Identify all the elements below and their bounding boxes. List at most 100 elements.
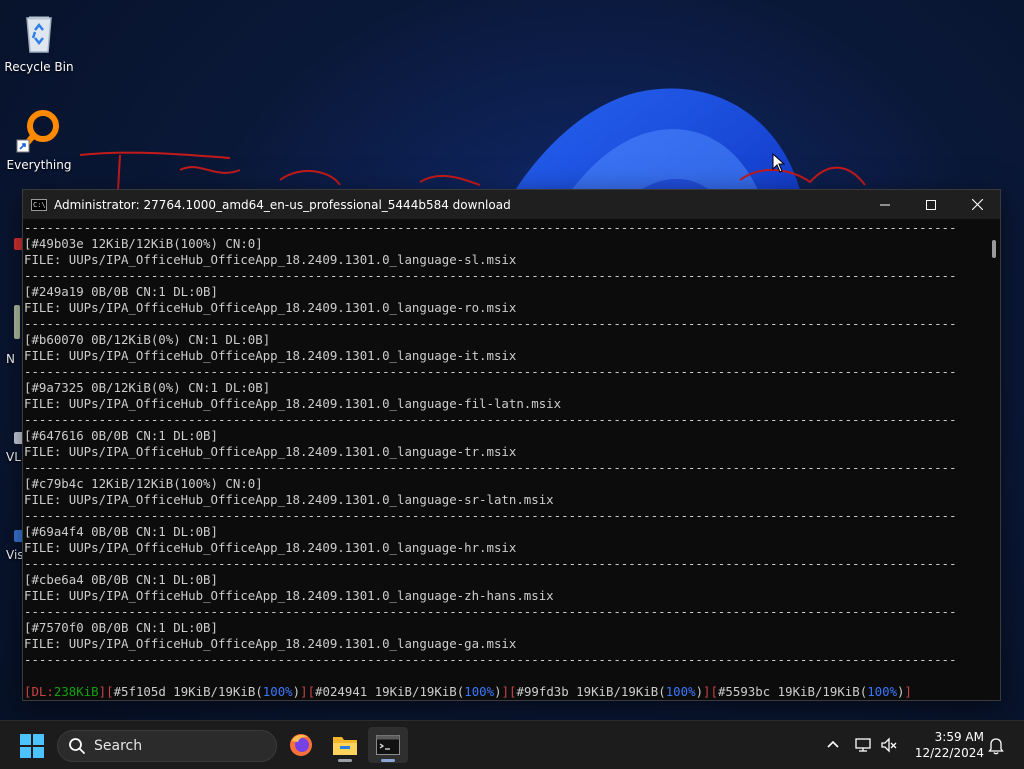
taskbar-app-terminal[interactable]	[368, 727, 408, 763]
partial-desktop-label: Vis	[6, 548, 24, 562]
summary-bracket: ]	[300, 684, 308, 699]
download-summary-line: [DL:238KiB][#5f105d 19KiB/19KiB(100%)][#…	[24, 684, 986, 700]
console-separator: ----------------------------------------…	[24, 268, 957, 283]
close-button[interactable]	[954, 190, 1000, 219]
system-tray	[826, 721, 898, 769]
start-button[interactable]	[20, 734, 44, 758]
download-status-line: [#9a7325 0B/12KiB(0%) CN:1 DL:0B]	[24, 380, 271, 395]
download-status-line: [#cbe6a4 0B/0B CN:1 DL:0B]	[24, 572, 218, 587]
summary-paren: )	[292, 684, 301, 699]
console-separator: ----------------------------------------…	[24, 460, 957, 475]
summary-dl-prefix: DL:	[31, 684, 54, 699]
console-separator: ----------------------------------------…	[24, 316, 957, 331]
summary-bracket: [	[710, 684, 718, 699]
summary-paren: )	[494, 684, 502, 699]
maximize-button[interactable]	[908, 190, 954, 219]
download-file-line: FILE: UUPs/IPA_OfficeHub_OfficeApp_18.24…	[24, 636, 517, 651]
chevron-up-icon[interactable]	[826, 738, 840, 752]
summary-paren: )	[695, 684, 704, 699]
everything-search-icon	[15, 106, 63, 154]
summary-item-id: #99fd3b 19KiB/19KiB	[516, 684, 659, 699]
console-separator: ----------------------------------------…	[24, 412, 957, 427]
download-status-line: [#647616 0B/0B CN:1 DL:0B]	[24, 428, 218, 443]
scrollbar-thumb[interactable]	[992, 240, 996, 258]
download-status-line: [#69a4f4 0B/0B CN:1 DL:0B]	[24, 524, 218, 539]
console-window[interactable]: C:\ Administrator: 27764.1000_amd64_en-u…	[22, 189, 1001, 701]
summary-item-percent: 100%	[665, 684, 696, 699]
download-file-line: FILE: UUPs/IPA_OfficeHub_OfficeApp_18.24…	[24, 492, 554, 507]
clock-time: 3:59 AM	[934, 730, 984, 744]
download-status-line: [#c79b4c 12KiB/12KiB(100%) CN:0]	[24, 476, 263, 491]
summary-bracket: [	[307, 684, 316, 699]
firefox-icon	[290, 734, 312, 756]
desktop-icon-everything[interactable]: Everything	[1, 106, 77, 172]
taskbar-search[interactable]: Search	[57, 730, 277, 762]
cmd-app-icon: C:\	[31, 198, 47, 211]
window-title: Administrator: 27764.1000_amd64_en-us_pr…	[54, 197, 511, 212]
summary-item-id: #5593bc 19KiB/19KiB	[717, 684, 860, 699]
partial-desktop-label: VL	[6, 450, 21, 464]
console-separator: ----------------------------------------…	[24, 220, 957, 235]
download-status-line: [#249a19 0B/0B CN:1 DL:0B]	[24, 284, 218, 299]
summary-paren: )	[897, 684, 905, 699]
app-running-indicator	[338, 759, 352, 762]
download-file-line: FILE: UUPs/IPA_OfficeHub_OfficeApp_18.24…	[24, 348, 517, 363]
partial-desktop-label: N	[6, 352, 15, 366]
terminal-icon	[376, 735, 400, 755]
summary-paren: (	[658, 684, 666, 699]
app-running-indicator	[381, 759, 395, 762]
taskbar-clock[interactable]: 3:59 AM 12/22/2024	[912, 729, 984, 761]
search-label: Search	[94, 738, 143, 754]
download-file-line: FILE: UUPs/IPA_OfficeHub_OfficeApp_18.24…	[24, 252, 517, 267]
desktop-icon-label: Recycle Bin	[4, 60, 74, 74]
close-icon	[971, 199, 983, 210]
desktop-icon-label: Everything	[6, 158, 72, 172]
taskbar: Search 3:59 AM 12/22/2024	[0, 720, 1024, 769]
window-titlebar[interactable]: C:\ Administrator: 27764.1000_amd64_en-u…	[23, 190, 1000, 219]
search-icon	[69, 738, 85, 754]
download-file-line: FILE: UUPs/IPA_OfficeHub_OfficeApp_18.24…	[24, 444, 517, 459]
summary-bracket: ]	[98, 684, 107, 699]
summary-bracket: ]	[703, 684, 711, 699]
taskbar-app-file-explorer[interactable]	[325, 727, 365, 763]
download-file-line: FILE: UUPs/IPA_OfficeHub_OfficeApp_18.24…	[24, 540, 517, 555]
summary-bracket: [	[509, 684, 517, 699]
download-file-line: FILE: UUPs/IPA_OfficeHub_OfficeApp_18.24…	[24, 300, 517, 315]
network-icon[interactable]	[854, 737, 872, 753]
console-separator: ----------------------------------------…	[24, 604, 957, 619]
summary-dl-value: 238KiB	[53, 684, 99, 699]
console-scrollbar[interactable]	[986, 220, 1000, 700]
console-separator: ----------------------------------------…	[24, 652, 957, 667]
mouse-cursor-icon	[772, 153, 786, 173]
summary-bracket: [	[106, 684, 114, 699]
minimize-icon	[880, 204, 890, 205]
minimize-button[interactable]	[862, 190, 908, 219]
taskbar-app-firefox[interactable]	[281, 727, 321, 763]
clock-date: 12/22/2024	[914, 746, 984, 760]
download-status-line: [#49b03e 12KiB/12KiB(100%) CN:0]	[24, 236, 263, 251]
recycle-bin-icon	[15, 8, 63, 56]
notification-bell-icon[interactable]	[988, 737, 1004, 755]
console-separator: ----------------------------------------…	[24, 556, 957, 571]
download-file-line: FILE: UUPs/IPA_OfficeHub_OfficeApp_18.24…	[24, 396, 562, 411]
summary-paren: (	[255, 684, 263, 699]
windows-logo-icon	[20, 734, 44, 758]
summary-item-percent: 100%	[867, 684, 898, 699]
summary-item-id: #5f105d 19KiB/19KiB	[113, 684, 256, 699]
file-explorer-icon	[333, 737, 357, 755]
summary-item-id: #024941 19KiB/19KiB	[315, 684, 457, 699]
console-separator: ----------------------------------------…	[24, 508, 957, 523]
volume-muted-icon[interactable]	[880, 737, 898, 753]
summary-item-percent: 100%	[464, 684, 495, 699]
download-status-line: [#b60070 0B/12KiB(0%) CN:1 DL:0B]	[24, 332, 271, 347]
console-output[interactable]: ----------------------------------------…	[23, 220, 986, 700]
maximize-icon	[926, 199, 936, 210]
summary-bracket: ]	[904, 684, 912, 699]
download-status-line: [#7570f0 0B/0B CN:1 DL:0B]	[24, 620, 218, 635]
desktop-icon-recycle-bin[interactable]: Recycle Bin	[1, 8, 77, 74]
summary-bracket: ]	[501, 684, 510, 699]
console-separator: ----------------------------------------…	[24, 364, 957, 379]
summary-item-percent: 100%	[262, 684, 293, 699]
partial-desktop-icon[interactable]	[14, 305, 20, 339]
